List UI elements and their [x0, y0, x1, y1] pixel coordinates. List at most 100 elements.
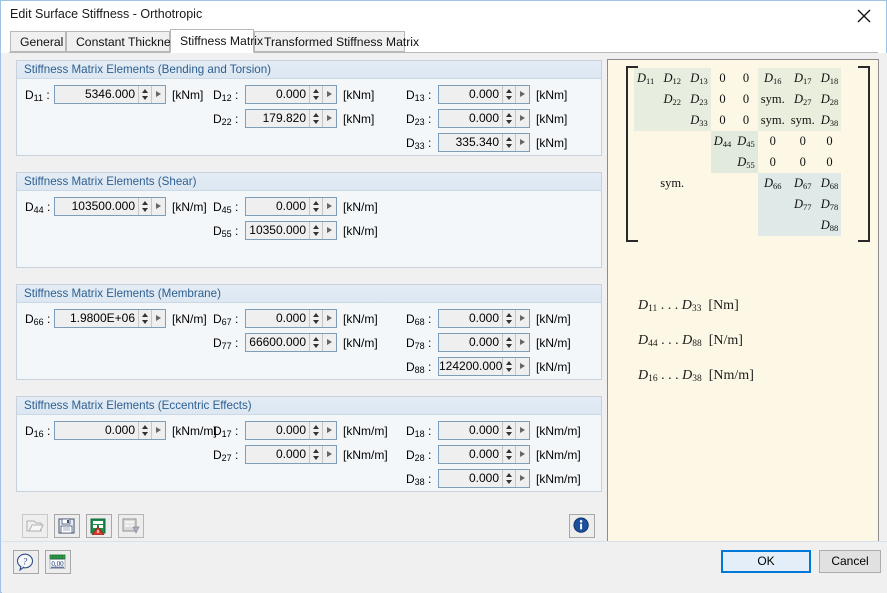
input-d67[interactable]: 0.000 [245, 309, 337, 328]
input-d27-value: 0.000 [246, 446, 310, 463]
label-d55: D55 : [213, 224, 238, 239]
input-d88[interactable]: 124200.000 [438, 357, 530, 376]
ok-button[interactable]: OK [721, 550, 811, 573]
input-d28[interactable]: 0.000 [438, 445, 530, 464]
spinner-d38[interactable] [502, 470, 516, 487]
spinner-d33[interactable] [502, 134, 516, 151]
units-settings-button[interactable]: 0,00 [45, 550, 71, 574]
input-d68[interactable]: 0.000 [438, 309, 530, 328]
close-button[interactable] [842, 1, 886, 28]
more-d11[interactable] [151, 86, 165, 103]
input-d77[interactable]: 66600.000 [245, 333, 337, 352]
input-d11[interactable]: 5346.000 [54, 85, 166, 104]
spinner-d18[interactable] [502, 422, 516, 439]
tab-general[interactable]: General [10, 31, 66, 52]
more-d22[interactable] [322, 110, 336, 127]
spinner-d16[interactable] [138, 422, 152, 439]
input-d12[interactable]: 0.000 [245, 85, 337, 104]
more-d66[interactable] [151, 310, 165, 327]
spinner-d28[interactable] [502, 446, 516, 463]
help-button[interactable]: ? [13, 550, 39, 574]
more-d88[interactable] [515, 358, 529, 375]
excel-import-button[interactable] [86, 514, 112, 538]
input-d23[interactable]: 0.000 [438, 109, 530, 128]
matrix-cell [657, 110, 687, 131]
label-d28: D28 : [406, 448, 431, 463]
spinner-d55[interactable] [309, 222, 323, 239]
label-d17: D17 : [213, 424, 238, 439]
input-d27[interactable]: 0.000 [245, 445, 337, 464]
more-d27[interactable] [322, 446, 336, 463]
save-file-button[interactable] [54, 514, 80, 538]
input-d22[interactable]: 179.820 [245, 109, 337, 128]
spinner-d45[interactable] [309, 198, 323, 215]
more-d77[interactable] [322, 334, 336, 351]
more-d18[interactable] [515, 422, 529, 439]
input-d38[interactable]: 0.000 [438, 469, 530, 488]
spinner-d11[interactable] [138, 86, 152, 103]
spinner-d13[interactable] [502, 86, 516, 103]
input-d66[interactable]: 1.9800E+06 [54, 309, 166, 328]
more-d12[interactable] [322, 86, 336, 103]
input-d44[interactable]: 103500.000 [54, 197, 166, 216]
more-d67[interactable] [322, 310, 336, 327]
input-d18[interactable]: 0.000 [438, 421, 530, 440]
tab-constant-thickness[interactable]: Constant Thickness [66, 31, 170, 52]
spinner-d68[interactable] [502, 310, 516, 327]
more-d23[interactable] [515, 110, 529, 127]
tab-stiffness-matrix[interactable]: Stiffness Matrix [170, 29, 254, 53]
input-d16[interactable]: 0.000 [54, 421, 166, 440]
matrix-cell [634, 131, 657, 152]
open-file-button[interactable] [22, 514, 48, 538]
input-d45[interactable]: 0.000 [245, 197, 337, 216]
unit-d78: [kN/m] [536, 336, 571, 350]
more-d68[interactable] [515, 310, 529, 327]
group-title-membrane: Stiffness Matrix Elements (Membrane) [24, 287, 221, 300]
matrix-cell: 0 [711, 89, 735, 110]
unit-d77: [kN/m] [343, 336, 378, 350]
input-d78[interactable]: 0.000 [438, 333, 530, 352]
spinner-d44[interactable] [138, 198, 152, 215]
input-d55[interactable]: 10350.000 [245, 221, 337, 240]
input-d13[interactable]: 0.000 [438, 85, 530, 104]
spinner-d67[interactable] [309, 310, 323, 327]
more-d13[interactable] [515, 86, 529, 103]
more-d45[interactable] [322, 198, 336, 215]
arrow-right-icon [327, 227, 332, 233]
cancel-button[interactable]: Cancel [819, 550, 881, 573]
excel-export-button[interactable] [118, 514, 144, 538]
input-d17[interactable]: 0.000 [245, 421, 337, 440]
spinner-d17[interactable] [309, 422, 323, 439]
spinner-d78[interactable] [502, 334, 516, 351]
more-d17[interactable] [322, 422, 336, 439]
input-d12-value: 0.000 [246, 86, 310, 103]
spinner-d77[interactable] [309, 334, 323, 351]
arrow-up-icon [313, 337, 319, 341]
spinner-d27[interactable] [309, 446, 323, 463]
tab-transformed-stiffness-matrix[interactable]: Transformed Stiffness Matrix [254, 31, 405, 52]
spinner-d23[interactable] [502, 110, 516, 127]
more-d28[interactable] [515, 446, 529, 463]
input-d33[interactable]: 335.340 [438, 133, 530, 152]
matrix-cell: D67 [788, 173, 818, 194]
more-d55[interactable] [322, 222, 336, 239]
matrix-row: sym. D66 D67 D68 [634, 173, 841, 194]
arrow-right-icon [327, 91, 332, 97]
more-d44[interactable] [151, 198, 165, 215]
more-d38[interactable] [515, 470, 529, 487]
matrix-cell: D27 [788, 89, 818, 110]
matrix-cell [711, 215, 735, 236]
unit-d18: [kNm/m] [536, 424, 581, 438]
spinner-d22[interactable] [309, 110, 323, 127]
unit-d16: [kNm/m] [172, 424, 217, 438]
spinner-d88[interactable] [502, 358, 516, 375]
info-button[interactable] [569, 514, 595, 538]
window-title: Edit Surface Stiffness - Orthotropic [10, 7, 202, 21]
more-d78[interactable] [515, 334, 529, 351]
more-d33[interactable] [515, 134, 529, 151]
more-d16[interactable] [151, 422, 165, 439]
unit-d17: [kNm/m] [343, 424, 388, 438]
spinner-d66[interactable] [138, 310, 152, 327]
arrow-right-icon [327, 427, 332, 433]
spinner-d12[interactable] [309, 86, 323, 103]
